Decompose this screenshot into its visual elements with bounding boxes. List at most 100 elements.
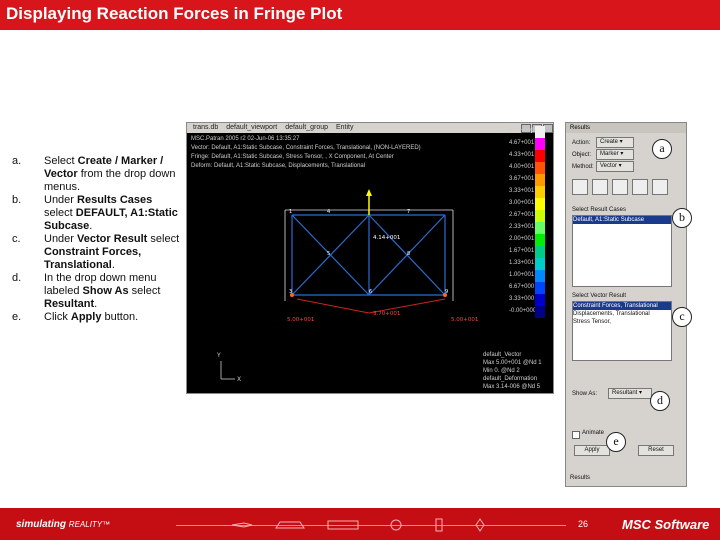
step-letter: d. xyxy=(12,272,22,284)
legend-value-label: 2.00+001 xyxy=(509,236,535,242)
animation-options-icon[interactable] xyxy=(652,179,668,195)
legend-color-cell xyxy=(535,198,545,210)
legend-color-cell xyxy=(535,138,545,150)
result-cases-label: Select Result Cases xyxy=(572,207,627,213)
step-letter: a. xyxy=(12,155,22,167)
legend-value-label: 3.33+000 xyxy=(509,296,535,302)
legend-color-cell xyxy=(535,234,545,246)
force-label: 5.00+001 xyxy=(451,317,478,323)
callout-a: a xyxy=(652,139,672,159)
legend-value-label: 5.00+001 xyxy=(509,128,535,134)
target-entities-icon[interactable] xyxy=(592,179,608,195)
animate-label: Animate xyxy=(582,430,605,436)
legend-info-line: default_Deformation xyxy=(483,376,538,382)
step-a: a. Select Create / Marker / Vector from … xyxy=(12,155,180,194)
force-label: 3.70+001 xyxy=(373,311,400,317)
legend-color-cell xyxy=(535,222,545,234)
figure-icon xyxy=(475,518,485,532)
legend-value-label: 1.67+001 xyxy=(509,248,535,254)
legend-info-line: Min 0. @Nd 2 xyxy=(483,368,520,374)
callout-b: b xyxy=(672,208,692,228)
msc-software-logo: MSC Software xyxy=(622,517,710,532)
vector-result-item[interactable]: Stress Tensor, xyxy=(573,318,671,326)
plot-options-icon[interactable] xyxy=(632,179,648,195)
legend-color-cell xyxy=(535,282,545,294)
slide-footer: simulating REALITY™ 26 MSC Software xyxy=(0,508,720,540)
fringe-legend-labels: 5.00+001 4.67+001 4.33+001 4.00+001 3.67+001… xyxy=(509,125,536,317)
result-case-item[interactable]: Default, A1:Static Subcase xyxy=(573,216,671,224)
footer-brand: simulating REALITY™ xyxy=(16,519,111,530)
callout-d: d xyxy=(650,391,670,411)
legend-info-line: default_Vector xyxy=(483,352,522,358)
method-dropdown[interactable]: Vector ▾ xyxy=(596,161,634,172)
svg-text:1: 1 xyxy=(289,209,292,215)
step-c: c. Under Vector Result select Constraint… xyxy=(12,233,180,272)
legend-color-cell xyxy=(535,258,545,270)
svg-text:3: 3 xyxy=(289,289,292,295)
svg-text:8: 8 xyxy=(407,251,410,257)
show-as-dropdown[interactable]: Resultant ▾ xyxy=(608,388,652,399)
object-label: Object: xyxy=(572,152,592,158)
step-text: Select Create / Marker / Vector from the… xyxy=(44,155,176,193)
legend-value-label: 4.00+001 xyxy=(509,164,535,170)
select-results-icon[interactable] xyxy=(572,179,588,195)
instruction-steps: a. Select Create / Marker / Vector from … xyxy=(12,155,180,324)
display-attributes-icon[interactable] xyxy=(612,179,628,195)
results-panel-header: Results xyxy=(566,123,686,133)
step-text: Click Apply button. xyxy=(44,311,139,323)
reset-button[interactable]: Reset xyxy=(638,445,674,456)
legend-color-cell xyxy=(535,246,545,258)
truck-icon xyxy=(327,520,359,530)
force-label: 4.14+001 xyxy=(373,235,400,241)
svg-text:7: 7 xyxy=(407,209,410,215)
force-label: 5.00+001 xyxy=(287,317,314,323)
legend-color-cell xyxy=(535,294,545,306)
result-cases-list[interactable]: Default, A1:Static Subcase xyxy=(572,215,672,287)
legend-value-label: 4.33+001 xyxy=(509,152,535,158)
slide-title: Displaying Reaction Forces in Fringe Plo… xyxy=(6,4,343,23)
legend-color-cell xyxy=(535,210,545,222)
legend-color-cell xyxy=(535,126,545,138)
vector-result-item[interactable]: Constraint Forces, Translational xyxy=(573,302,671,310)
vector-result-list[interactable]: Constraint Forces, Translational Displac… xyxy=(572,301,672,361)
callout-e: e xyxy=(606,432,626,452)
apply-button[interactable]: Apply xyxy=(574,445,610,456)
step-text: In the drop down menu labeled Show As se… xyxy=(44,272,161,310)
step-d: d. In the drop down menu labeled Show As… xyxy=(12,272,180,311)
legend-info-line: Max 3.14-006 @Nd 5 xyxy=(483,384,541,390)
legend-value-label: 6.67+000 xyxy=(509,284,535,290)
svg-text:4: 4 xyxy=(327,209,330,215)
car-icon xyxy=(275,521,305,529)
axis-x-label: X xyxy=(237,376,241,383)
svg-text:5: 5 xyxy=(327,251,330,257)
show-as-label: Show As: xyxy=(572,391,598,397)
legend-color-cell xyxy=(535,186,545,198)
legend-color-cell xyxy=(535,270,545,282)
step-letter: e. xyxy=(12,311,22,323)
action-dropdown[interactable]: Create ▾ xyxy=(596,137,634,148)
object-dropdown[interactable]: Marker ▾ xyxy=(596,149,634,160)
footer-vehicle-icons xyxy=(231,518,485,532)
legend-info: default_Vector Max 5.00+001 @Nd 1 Min 0.… xyxy=(483,351,542,391)
axis-y-label: Y xyxy=(216,352,221,359)
vector-result-item[interactable]: Displacements, Translational xyxy=(573,310,671,318)
svg-text:6: 6 xyxy=(369,289,372,295)
legend-value-label: -0.00+000 xyxy=(509,308,537,314)
step-b: b. Under Results Cases select DEFAULT, A… xyxy=(12,194,180,233)
legend-value-label: 1.00+001 xyxy=(509,272,535,278)
legend-value-label: 3.00+001 xyxy=(509,200,535,206)
slide-title-bar: Displaying Reaction Forces in Fringe Plo… xyxy=(0,0,720,30)
results-tab[interactable]: Results xyxy=(570,475,590,481)
legend-value-label: 3.33+001 xyxy=(509,188,535,194)
legend-color-cell xyxy=(535,306,545,318)
patran-viewport[interactable]: trans.db default_viewport default_group … xyxy=(186,122,554,394)
gear-icon xyxy=(390,519,402,531)
legend-color-cell xyxy=(535,162,545,174)
legend-value-label: 2.67+001 xyxy=(509,212,535,218)
legend-color-cell xyxy=(535,174,545,186)
method-label: Method: xyxy=(572,164,594,170)
page-number: 26 xyxy=(578,519,589,529)
callout-c: c xyxy=(672,307,692,327)
animate-checkbox[interactable] xyxy=(572,431,580,439)
step-text: Under Vector Result select Constraint Fo… xyxy=(44,233,180,271)
